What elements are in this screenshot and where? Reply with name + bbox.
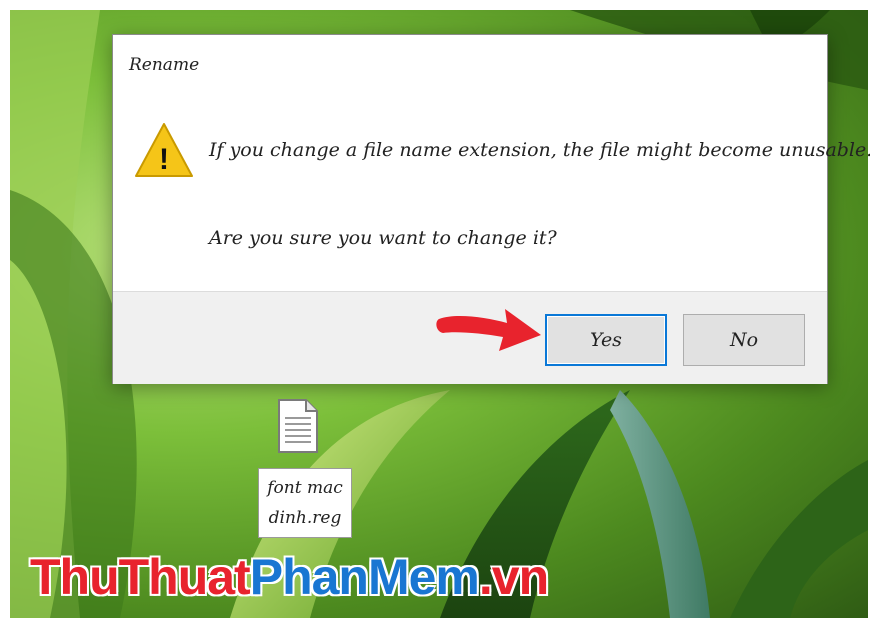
warning-triangle-icon: ! bbox=[135, 123, 193, 177]
file-name-line1: font mac bbox=[267, 478, 343, 498]
file-name-editor[interactable]: font mac dinh.reg bbox=[258, 468, 352, 538]
watermark-part2: PhanMem bbox=[249, 549, 480, 605]
watermark-part1: ThuThuat bbox=[30, 549, 251, 605]
yes-button[interactable]: Yes bbox=[545, 314, 667, 366]
confirm-question: Are you sure you want to change it? bbox=[209, 227, 557, 249]
watermark-part3: .vn bbox=[478, 549, 549, 605]
dialog-title: Rename bbox=[129, 55, 200, 75]
warning-message: If you change a file name extension, the… bbox=[209, 139, 870, 161]
rename-dialog: Rename ! If you change a file name exten… bbox=[112, 34, 870, 384]
document-file-icon[interactable] bbox=[276, 398, 320, 454]
red-arrow-icon bbox=[436, 309, 541, 351]
site-watermark: ThuThuatPhanMem.vn bbox=[30, 548, 549, 606]
warning-glyph: ! bbox=[159, 143, 169, 176]
file-name-line2: dinh.reg bbox=[268, 508, 342, 528]
dialog-button-bar: Yes No bbox=[113, 291, 827, 384]
no-button[interactable]: No bbox=[683, 314, 805, 366]
